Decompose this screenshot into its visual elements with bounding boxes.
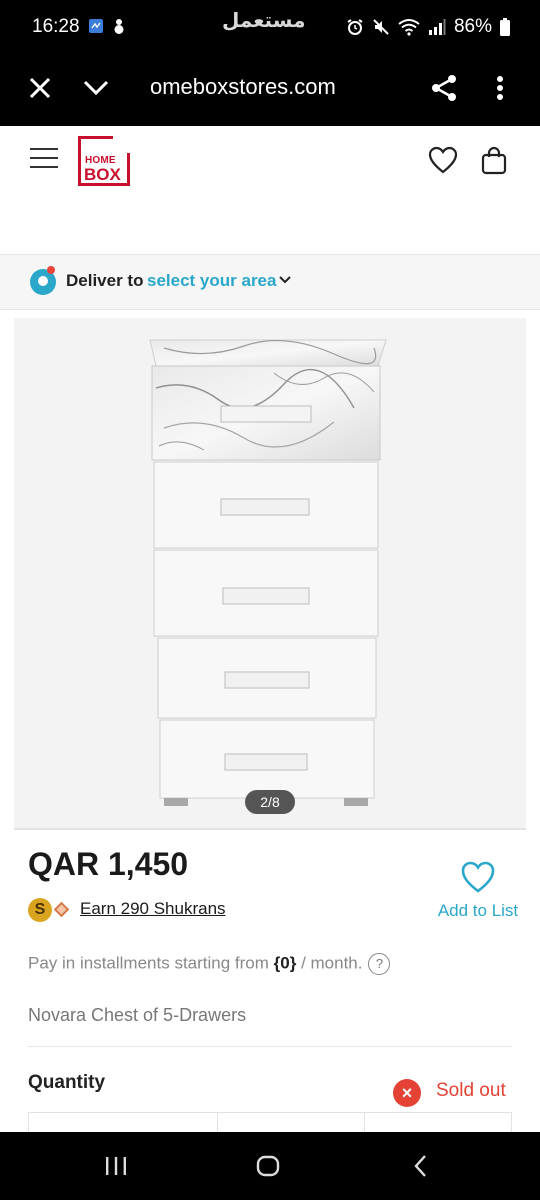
home-button[interactable] [248,1152,288,1180]
close-icon [29,77,51,99]
minimize-button[interactable] [76,68,116,108]
screen: 16:28 مستعمل 86% omeboxstores.com HOME B… [0,0,540,1200]
more-options-button[interactable] [480,68,520,108]
close-tab-button[interactable] [20,68,60,108]
url-text[interactable]: omeboxstores.com [150,74,336,100]
divider [28,1046,512,1047]
quantity-selector[interactable] [28,1112,512,1133]
shukran-coin-icon: S [28,898,52,922]
select-area-link[interactable]: select your area [147,271,276,291]
menu-button[interactable] [30,148,58,172]
chest-of-drawers-illustration [149,339,387,806]
back-button[interactable] [400,1152,440,1180]
status-bar: 16:28 مستعمل 86% [0,0,540,54]
wifi-icon [398,19,420,36]
homebox-logo[interactable]: HOME BOX [78,135,131,186]
heart-outline-icon [461,861,495,893]
mute-icon [373,19,389,35]
installments-text: Pay in installments starting from {0} / … [28,953,391,975]
cart-button[interactable] [480,146,512,178]
back-icon [414,1155,426,1177]
status-time: 16:28 [32,16,80,37]
heart-icon [428,146,458,174]
product-price: QAR 1,450 [28,846,189,882]
system-nav-bar [0,1132,540,1200]
chevron-down-icon [279,276,291,284]
add-to-list-label: Add to List [437,901,519,920]
deliver-to-bar[interactable]: Deliver to select your area [0,254,540,310]
home-icon [256,1155,280,1177]
chevron-down-icon [83,80,109,96]
more-vert-icon [497,76,503,100]
alarm-icon [347,19,363,35]
help-icon[interactable]: ? [368,953,391,975]
earn-shukrans-link[interactable]: Earn 290 Shukrans [80,899,226,919]
browser-toolbar: omeboxstores.com [0,54,540,126]
recent-apps-button[interactable] [96,1152,136,1180]
status-center-text: مستعمل [222,8,306,32]
quantity-label: Quantity [28,1072,106,1093]
shukran-diamond-icon [53,901,70,918]
snowman-icon [114,19,124,34]
sold-out-status: Sold out [436,1080,506,1101]
product-image[interactable] [14,318,526,830]
carousel-indicator: 2/8 [245,790,295,814]
menu-icon [30,148,58,150]
wishlist-header-button[interactable] [428,146,460,178]
recent-apps-icon [106,1157,126,1175]
deliver-label: Deliver to [66,271,144,290]
installment-amount: {0} [273,953,297,973]
battery-percent: 86% [453,16,492,37]
signal-icon [428,19,446,35]
share-button[interactable] [424,68,464,108]
app-notification-icon [89,19,103,33]
shopping-bag-icon [481,146,507,175]
share-icon [432,75,456,101]
close-circle-icon: × [393,1079,421,1107]
battery-icon [500,18,510,36]
add-to-list-button[interactable]: Add to List [432,860,524,921]
site-header: HOME BOX [0,126,540,254]
product-name: Novara Chest of 5-Drawers [28,1005,247,1025]
